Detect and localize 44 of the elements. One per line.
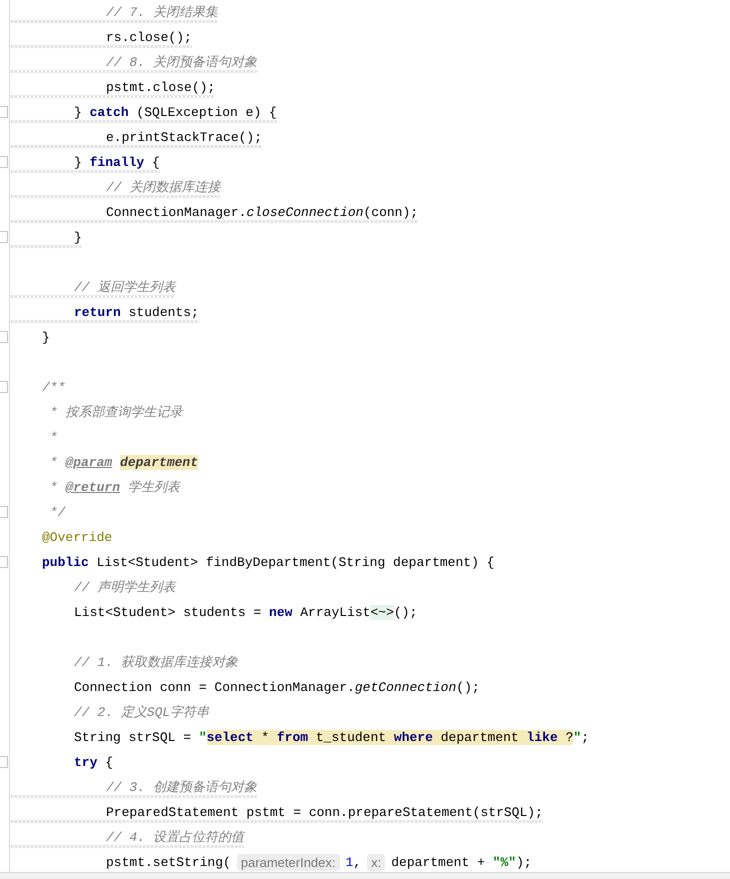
code-line: // 7. 关闭结果集 [106, 4, 218, 21]
code-line: PreparedStatement pstmt = conn.prepareStatement(strSQL); [106, 804, 543, 821]
code-line: } catch (SQLException e) { [74, 104, 277, 121]
code-line: * @param department [48, 454, 198, 471]
fold-marker-icon[interactable] [0, 506, 8, 518]
code-line: // 声明学生列表 [74, 579, 176, 596]
code-line: ConnectionManager.closeConnection(conn); [106, 204, 418, 221]
code-line: List<Student> students = new ArrayList<~>(); [74, 604, 418, 621]
code-line: @Override [42, 529, 112, 546]
code-line: rs.close(); [106, 29, 192, 46]
code-line: String strSQL = "select * from t_student where department like ?"; [74, 729, 589, 746]
code-line: // 关闭数据库连接 [106, 179, 220, 196]
code-line: Connection conn = ConnectionManager.getConnection(); [74, 679, 480, 696]
code-line: e.printStackTrace(); [106, 129, 262, 146]
fold-marker-icon[interactable] [0, 381, 8, 393]
fold-marker-icon[interactable] [0, 756, 8, 768]
code-line: public List<Student> findByDepartment(String department) { [42, 554, 494, 571]
parameter-hint: x: [367, 854, 386, 871]
fold-marker-icon[interactable] [0, 331, 8, 343]
code-line: // 返回学生列表 [74, 279, 176, 296]
code-line: // 2. 定义SQL字符串 [74, 704, 210, 721]
code-line: return students; [74, 304, 199, 321]
code-line: * @return 学生列表 [48, 479, 180, 496]
code-text: 1, [346, 854, 362, 871]
code-line: } finally { [74, 154, 160, 171]
code-line: pstmt.close(); [106, 79, 216, 96]
fold-marker-icon[interactable] [0, 156, 8, 168]
code-line: // 1. 获取数据库连接对象 [74, 654, 238, 671]
code-line: try { [74, 754, 114, 771]
fold-marker-icon[interactable] [0, 556, 8, 568]
code-line: // 4. 设置占位符的值 [106, 829, 244, 846]
code-line: * 按系部查询学生记录 [48, 404, 182, 421]
code-line: } [74, 229, 82, 246]
code-line: */ [48, 504, 66, 521]
code-line: // 3. 创建预备语句对象 [106, 779, 257, 796]
code-line: // 8. 关闭预备语句对象 [106, 54, 257, 71]
parameter-hint: parameterIndex: [236, 854, 340, 871]
code-line: * [48, 429, 58, 446]
fold-marker-icon[interactable] [0, 231, 8, 243]
fold-marker-icon[interactable] [0, 106, 8, 118]
code-line: /** [42, 379, 66, 396]
code-text: pstmt.setString( [106, 854, 231, 871]
code-text: department + "%"); [391, 854, 532, 871]
code-line: } [42, 329, 50, 346]
